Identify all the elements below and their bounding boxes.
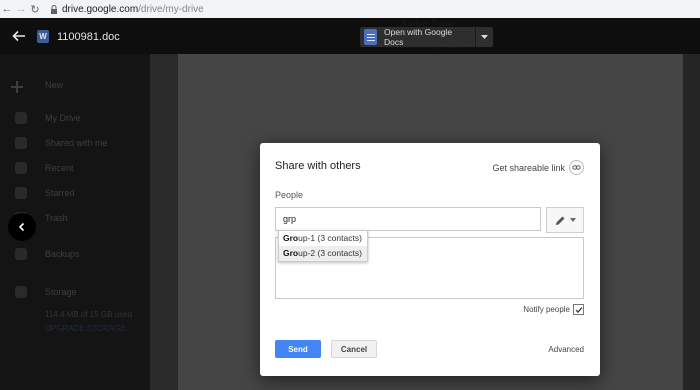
- storage-icon: [15, 286, 27, 298]
- people-label: People: [275, 190, 304, 200]
- new-button[interactable]: New: [0, 74, 150, 96]
- notify-people-option[interactable]: Notify people: [523, 304, 584, 315]
- sidebar-item-starred[interactable]: Starred: [0, 182, 150, 204]
- suggestion-text: up-1 (3 contacts): [298, 233, 362, 243]
- upgrade-storage-link[interactable]: UPGRADE STORAGE: [45, 324, 126, 333]
- link-icon: [569, 160, 584, 175]
- sidebar-item-label: Trash: [45, 213, 68, 223]
- sidebar-item-label: Storage: [45, 287, 77, 297]
- previous-file-button[interactable]: [8, 213, 36, 241]
- clock-icon: [15, 162, 27, 174]
- file-name: 1100981.doc: [57, 31, 120, 43]
- open-with-label: Open with Google Docs: [384, 27, 453, 47]
- url-host: drive.google.com: [62, 3, 139, 15]
- sidebar-item-shared[interactable]: Shared with me: [0, 132, 150, 154]
- forward-nav-icon[interactable]: →: [14, 3, 28, 15]
- url-path: /drive/my-drive: [138, 3, 204, 15]
- open-with-google-docs-button[interactable]: Open with Google Docs: [360, 27, 493, 47]
- advanced-link[interactable]: Advanced: [548, 345, 584, 354]
- viewer-top-bar: W 1100981.doc: [0, 18, 700, 54]
- sidebar-item-my-drive[interactable]: My Drive: [0, 107, 150, 129]
- suggestion-text: up-2 (3 contacts): [298, 248, 362, 258]
- caret-down-icon: [481, 35, 489, 39]
- sidebar-item-storage[interactable]: Storage: [0, 281, 150, 303]
- browser-address-bar: ← → ↻ drive.google.com/drive/my-drive: [0, 0, 700, 18]
- sidebar-item-backups[interactable]: Backups: [0, 243, 150, 265]
- sidebar-item-recent[interactable]: Recent: [0, 157, 150, 179]
- sidebar-item-label: Shared with me: [45, 138, 108, 148]
- dialog-title: Share with others: [275, 160, 361, 172]
- open-with-dropdown[interactable]: [476, 35, 493, 39]
- new-label: New: [45, 80, 64, 90]
- back-arrow-icon[interactable]: [12, 29, 26, 43]
- permission-dropdown-button[interactable]: [546, 207, 584, 233]
- suggestion-match: Gro: [283, 233, 299, 243]
- url-field[interactable]: drive.google.com/drive/my-drive: [62, 4, 204, 15]
- backup-icon: [15, 248, 27, 260]
- chevron-left-icon: [18, 222, 25, 232]
- google-docs-icon: [364, 29, 377, 45]
- pencil-icon: [555, 216, 564, 225]
- notify-checkbox[interactable]: [573, 304, 584, 315]
- word-file-icon: W: [37, 30, 49, 43]
- lock-icon: [50, 4, 58, 14]
- sidebar-item-label: My Drive: [45, 113, 81, 123]
- sidebar-item-label: Backups: [45, 249, 80, 259]
- reload-icon[interactable]: ↻: [28, 3, 42, 16]
- suggestion-item[interactable]: Group-2 (3 contacts): [279, 246, 367, 261]
- right-panel-edge: [683, 18, 700, 390]
- cancel-button[interactable]: Cancel: [331, 340, 377, 358]
- checkmark-icon: [575, 306, 582, 313]
- notify-people-label: Notify people: [523, 305, 570, 314]
- sidebar-item-label: Starred: [45, 188, 75, 198]
- caret-down-icon: [569, 218, 576, 222]
- contact-suggestions: Group-1 (3 contacts) Group-2 (3 contacts…: [278, 230, 368, 262]
- sidebar-item-label: Recent: [45, 163, 74, 173]
- storage-usage: 114.4 MB of 15 GB used: [45, 310, 133, 319]
- send-button[interactable]: Send: [275, 340, 321, 358]
- star-icon: [15, 187, 27, 199]
- people-input[interactable]: [275, 207, 541, 231]
- people-icon: [15, 137, 27, 149]
- suggestion-item[interactable]: Group-1 (3 contacts): [279, 231, 367, 246]
- suggestion-match: Gro: [283, 248, 299, 258]
- drive-icon: [15, 112, 27, 124]
- get-shareable-link-button[interactable]: Get shareable link: [492, 160, 584, 175]
- drive-sidebar: New My Drive Shared with me Recent Starr…: [0, 18, 150, 390]
- back-nav-icon[interactable]: ←: [0, 3, 14, 15]
- shareable-link-label: Get shareable link: [492, 162, 565, 173]
